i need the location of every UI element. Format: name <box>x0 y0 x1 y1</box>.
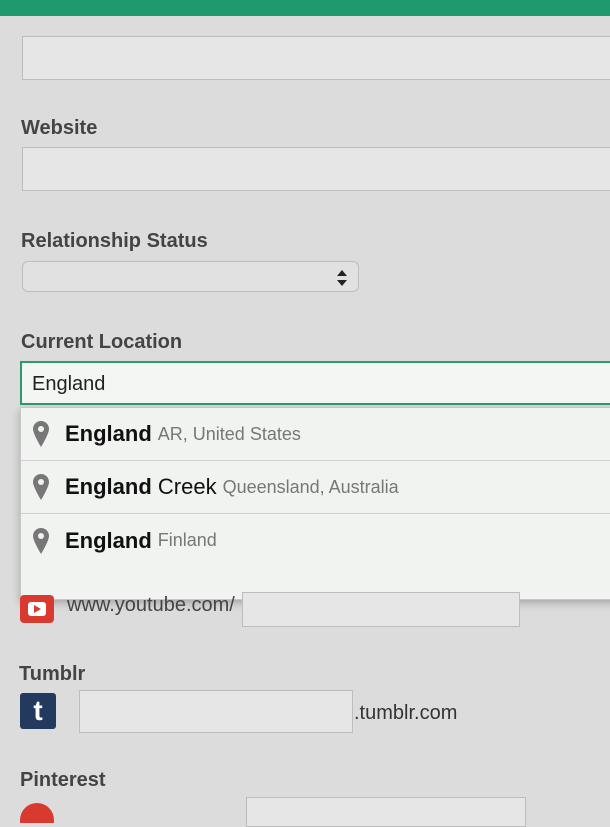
suggestion-main-text: England Creek <box>65 474 217 499</box>
current-location-input[interactable]: England <box>20 361 610 405</box>
suggestion-secondary-text: Queensland, Australia <box>222 476 399 497</box>
suggestion-secondary-text: Finland <box>157 530 217 550</box>
tumblr-label: Tumblr <box>19 663 86 685</box>
tumblr-icon: t <box>20 693 56 729</box>
select-arrows-icon <box>337 270 347 286</box>
relationship-status-select[interactable] <box>22 261 359 292</box>
suggestion-main-text: England <box>65 421 152 446</box>
pinterest-field[interactable] <box>246 797 526 827</box>
website-field[interactable] <box>22 147 610 191</box>
map-pin-icon <box>33 421 49 447</box>
tumblr-field[interactable] <box>79 690 353 733</box>
youtube-field[interactable] <box>242 592 520 627</box>
tumblr-url-suffix: .tumblr.com <box>354 702 458 724</box>
suggestion-item[interactable]: England AR, United States <box>21 408 610 461</box>
suggestion-item[interactable]: England Creek Queensland, Australia <box>21 461 610 514</box>
current-location-label: Current Location <box>21 331 183 353</box>
youtube-icon <box>20 595 54 623</box>
map-pin-icon <box>33 527 49 554</box>
location-suggestions: England AR, United States England Creek … <box>20 407 610 600</box>
map-pin-icon <box>33 474 49 500</box>
suggestion-main-text: England <box>65 527 152 553</box>
relationship-status-label: Relationship Status <box>21 230 208 252</box>
phone-field[interactable] <box>22 36 610 80</box>
pinterest-label: Pinterest <box>20 769 106 791</box>
top-bar <box>0 0 610 16</box>
suggestion-item[interactable]: England Finland <box>21 514 610 567</box>
youtube-url-prefix: www.youtube.com/ <box>67 594 235 616</box>
website-label: Website <box>21 117 98 139</box>
pinterest-icon <box>20 803 54 823</box>
play-icon <box>28 602 46 616</box>
suggestion-secondary-text: AR, United States <box>157 423 301 444</box>
